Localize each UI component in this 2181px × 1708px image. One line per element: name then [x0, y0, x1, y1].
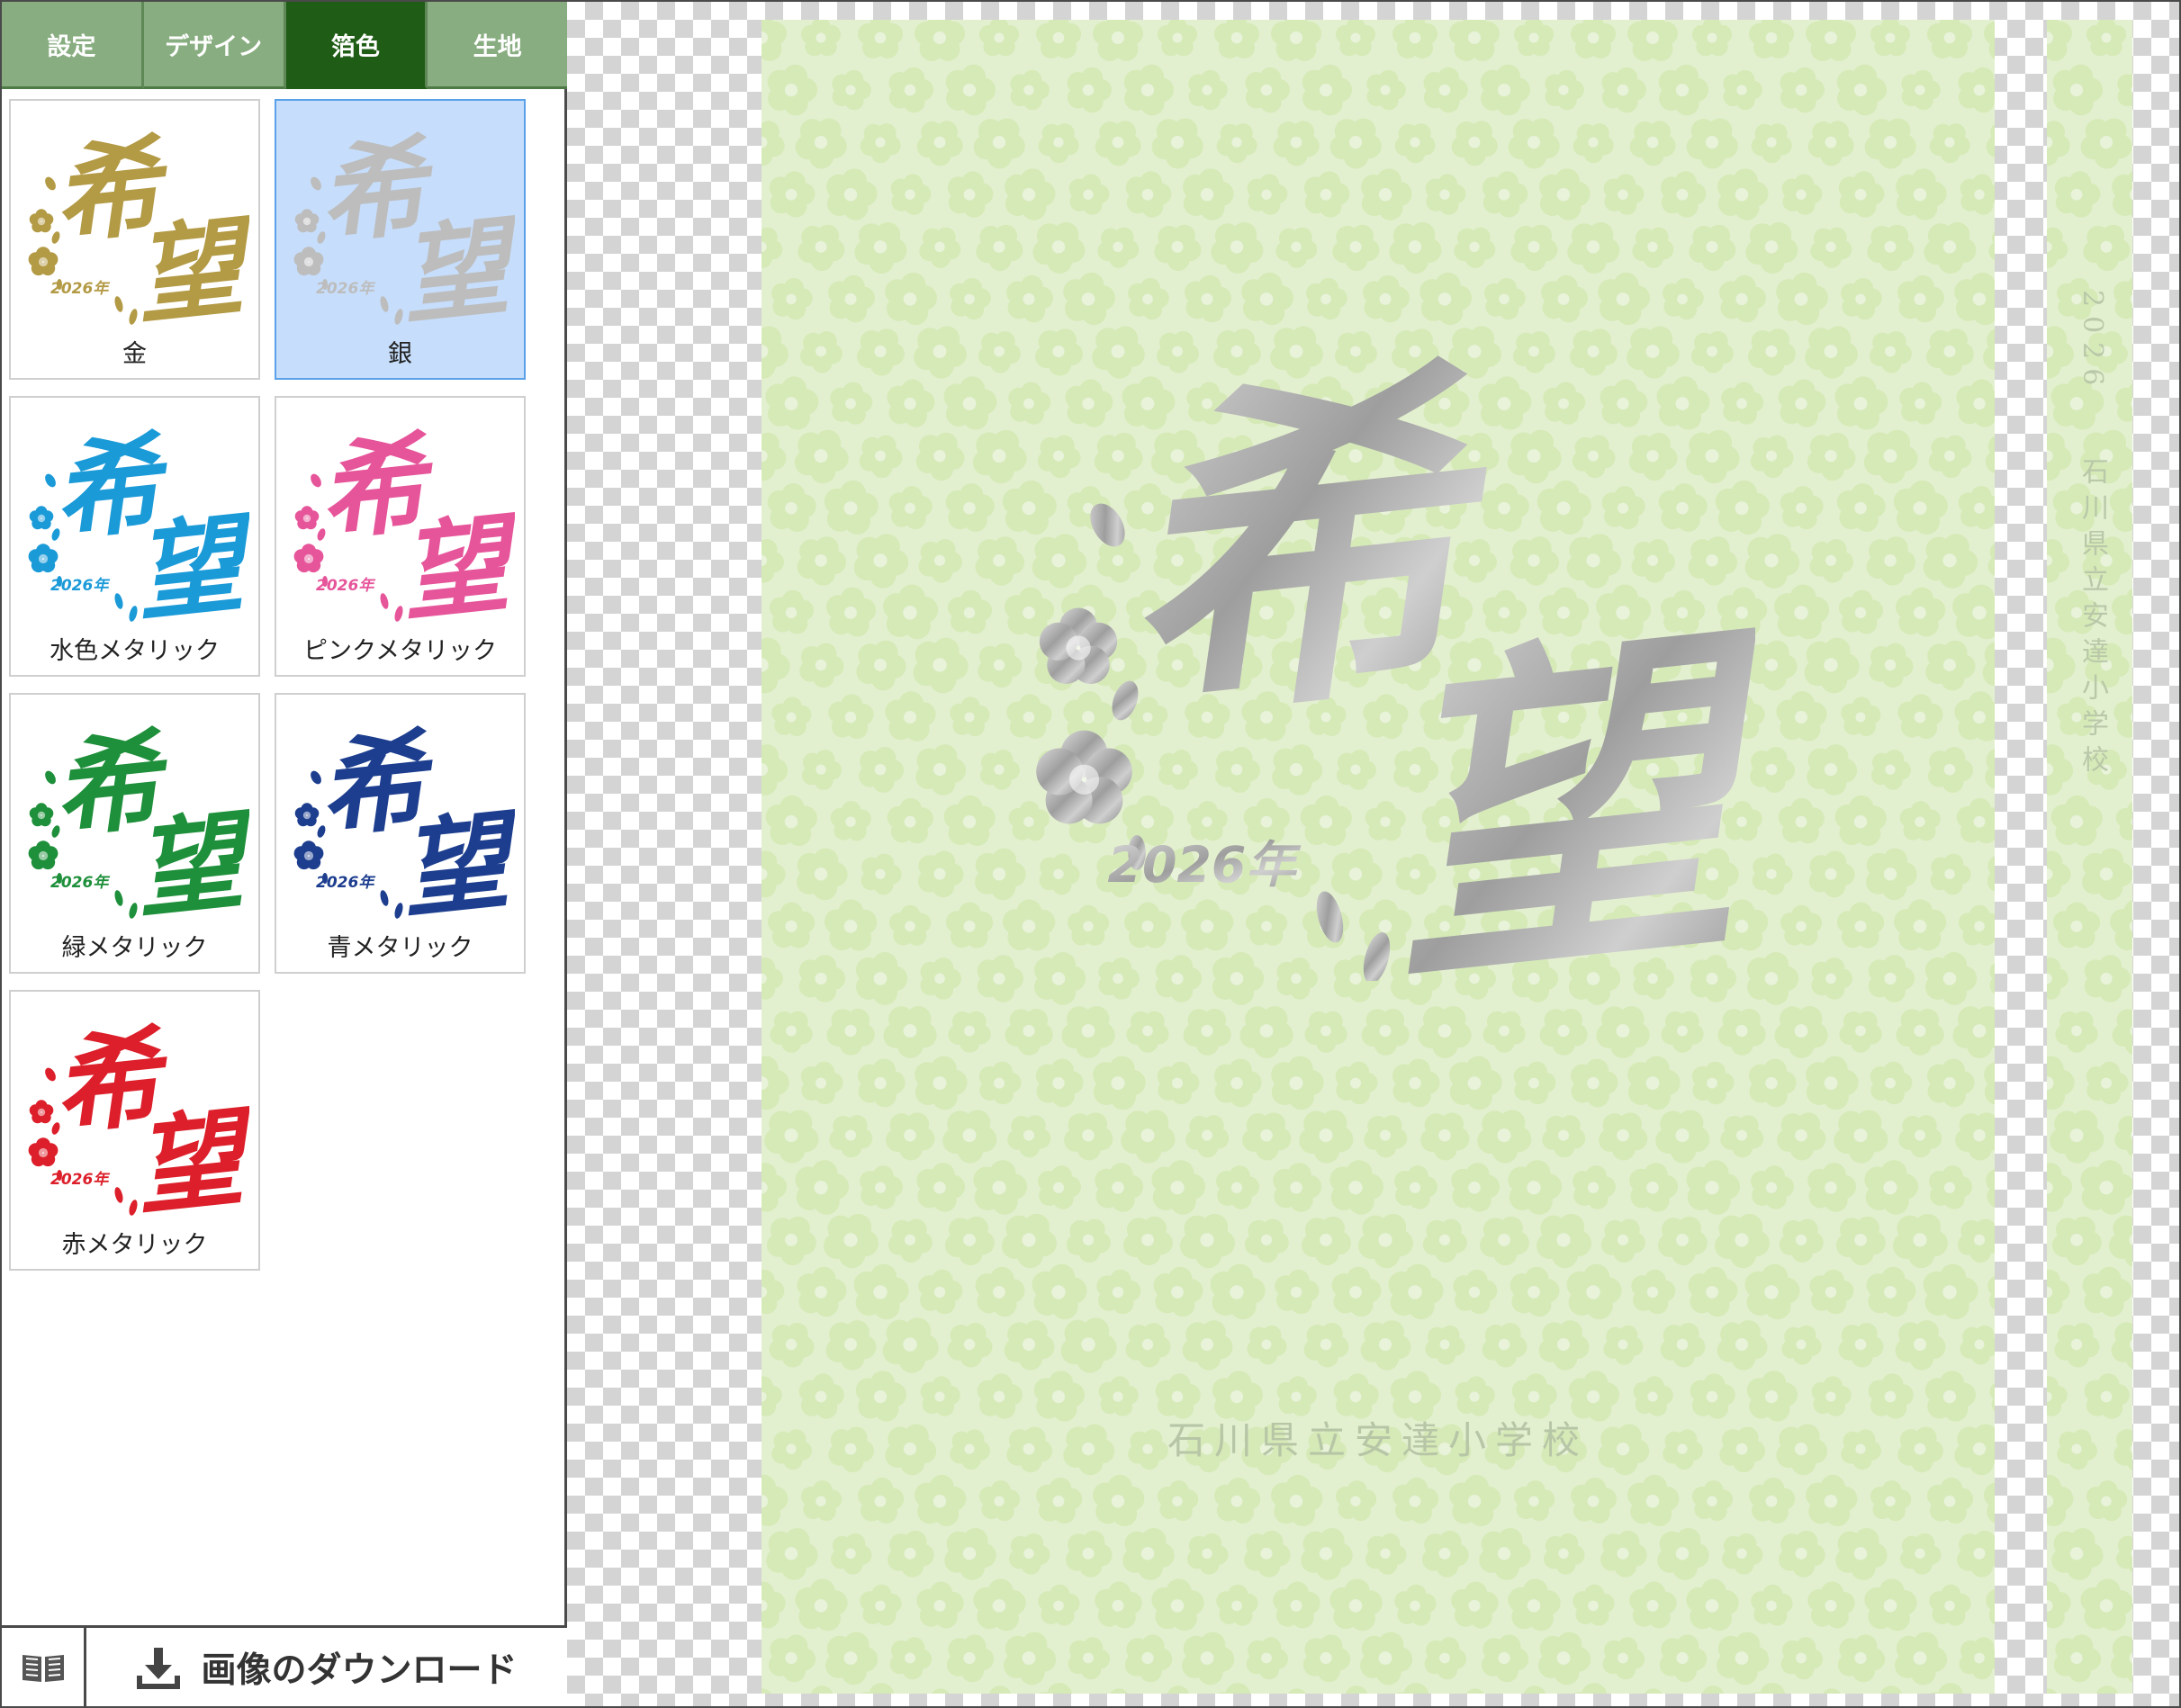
- settings-panel: 設定 デザイン 箔色 生地 希望 2026年 金 希望 2026年 銀 希望 2026…: [0, 0, 567, 1708]
- svg-text:2026年: 2026年: [316, 577, 375, 595]
- cover-emblem: 希望2026年: [1036, 326, 1755, 981]
- foil-swatch-blue-metallic[interactable]: 希望 2026年 青メタリック: [275, 693, 526, 974]
- svg-text:望: 望: [130, 202, 249, 325]
- spine-school-name: 石川県立安達小学校: [2077, 456, 2108, 781]
- panel-footer: 画像のダウンロード: [2, 1625, 567, 1706]
- tab-foil-color[interactable]: 箔色: [285, 2, 428, 89]
- tab-bar: 設定 デザイン 箔色 生地: [2, 2, 567, 89]
- spine-year: 2026: [2077, 290, 2108, 395]
- emblem-thumbnail: 希望2026年: [28, 715, 249, 919]
- svg-text:望: 望: [395, 499, 515, 622]
- svg-text:望: 望: [395, 202, 515, 325]
- foil-swatch-green-metallic[interactable]: 希望 2026年 緑メタリック: [9, 693, 260, 974]
- book-button[interactable]: [2, 1628, 86, 1706]
- svg-text:2026年: 2026年: [50, 1171, 110, 1189]
- download-image-button[interactable]: 画像のダウンロード: [86, 1628, 567, 1706]
- emblem-thumbnail: 希望2026年: [28, 418, 249, 622]
- foil-swatch-light-blue-metallic[interactable]: 希望 2026年 水色メタリック: [9, 396, 260, 677]
- foil-swatch-gold[interactable]: 希望 2026年 金: [9, 99, 260, 380]
- foil-swatch-silver[interactable]: 希望 2026年 銀: [275, 99, 526, 380]
- svg-text:望: 望: [130, 796, 249, 919]
- emblem-thumbnail: 希望2026年: [293, 418, 515, 622]
- download-icon: [137, 1647, 181, 1689]
- swatch-label: 金: [122, 340, 147, 368]
- swatch-label: 水色メタリック: [50, 637, 220, 665]
- download-label: 画像のダウンロード: [201, 1650, 518, 1691]
- sakura-pattern: [2047, 20, 2132, 1694]
- svg-text:2026年: 2026年: [50, 874, 110, 892]
- foil-swatch-red-metallic[interactable]: 希望 2026年 赤メタリック: [9, 990, 260, 1271]
- svg-text:2026年: 2026年: [50, 280, 110, 298]
- svg-text:望: 望: [130, 499, 249, 622]
- svg-text:2026年: 2026年: [316, 280, 375, 298]
- swatch-label: 赤メタリック: [61, 1231, 208, 1259]
- emblem-thumbnail: 希望2026年: [28, 121, 249, 325]
- swatch-label: ピンクメタリック: [303, 637, 497, 665]
- svg-text:2026年: 2026年: [316, 874, 375, 892]
- book-icon: [22, 1654, 64, 1682]
- foil-swatch-pink-metallic[interactable]: 希望 2026年 ピンクメタリック: [275, 396, 526, 677]
- emblem-thumbnail: 希望2026年: [293, 715, 515, 919]
- swatch-label: 青メタリック: [327, 934, 473, 962]
- emblem-thumbnail: 希望2026年: [28, 1012, 249, 1216]
- tab-design[interactable]: デザイン: [143, 2, 286, 89]
- spine-text: 2026 石川県立安達小学校: [2072, 290, 2112, 781]
- swatch-label: 銀: [388, 340, 412, 368]
- svg-text:望: 望: [130, 1093, 249, 1216]
- svg-text:2026年: 2026年: [50, 577, 110, 595]
- spine: 2026 石川県立安達小学校: [2047, 20, 2132, 1694]
- school-name-front: 石川県立安達小学校: [1167, 1418, 1589, 1462]
- emblem-thumbnail: 希望2026年: [293, 121, 515, 325]
- tab-settings[interactable]: 設定: [2, 2, 144, 89]
- tab-fabric[interactable]: 生地: [428, 2, 567, 89]
- svg-text:望: 望: [395, 796, 515, 919]
- swatch-label: 緑メタリック: [61, 934, 208, 962]
